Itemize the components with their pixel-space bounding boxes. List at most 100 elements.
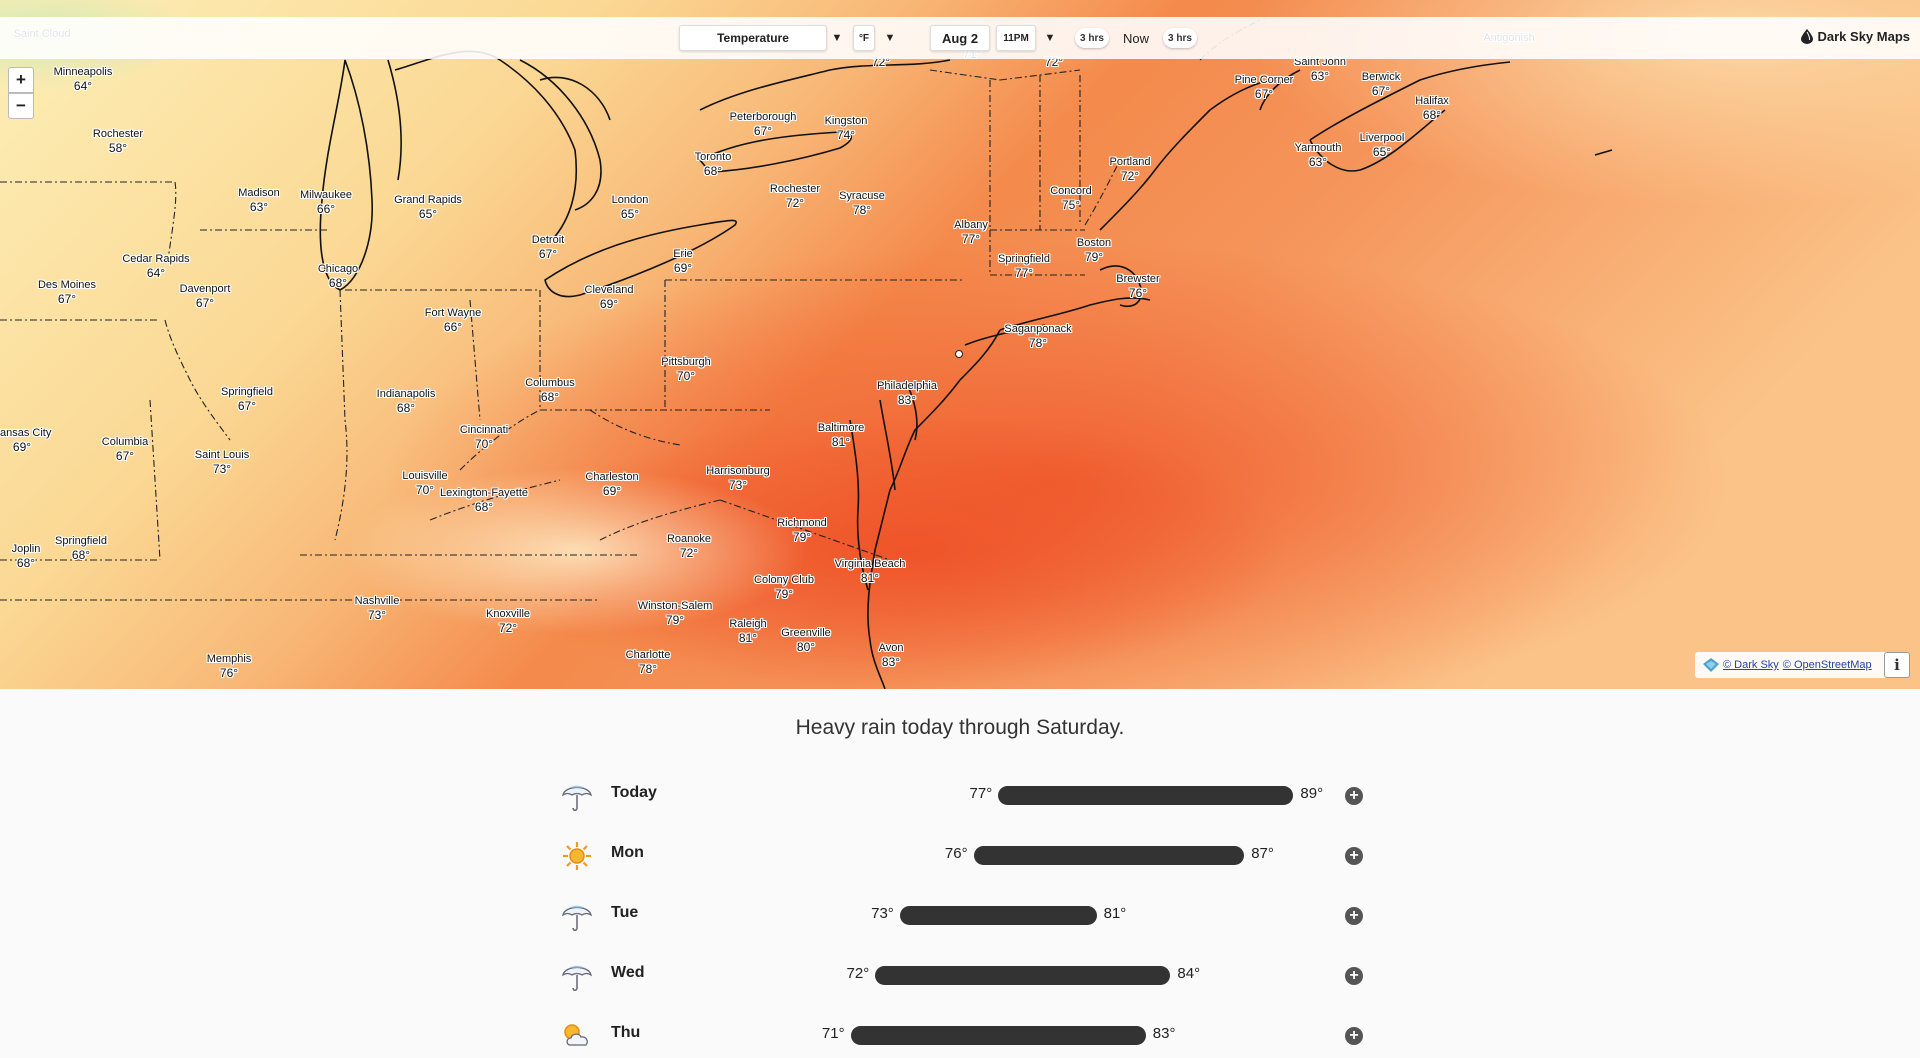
city-name: Pine Corner <box>1234 74 1294 86</box>
city-label: Saint Louis 73° <box>195 448 249 476</box>
city-name: Minneapolis <box>53 66 113 78</box>
zoom-in-button[interactable]: + <box>8 67 34 93</box>
city-label: Portland 72° <box>1110 155 1151 183</box>
city-name: Richmond <box>777 517 827 529</box>
city-temperature: 83° <box>881 655 901 669</box>
city-temperature: 70° <box>474 437 494 451</box>
city-label: Saganponack 78° <box>1004 322 1071 350</box>
city-temperature: 81° <box>738 631 758 645</box>
city-name: Rochester <box>769 183 821 195</box>
city-name: Detroit <box>531 234 565 246</box>
city-temperature: 79° <box>774 587 794 601</box>
expand-day-button[interactable]: + <box>1345 787 1363 805</box>
temperature-map-canvas[interactable] <box>0 0 1920 689</box>
forecast-day-row[interactable]: Today 77° 89° + <box>0 775 1920 815</box>
city-name: Springfield <box>998 253 1050 265</box>
dark-sky-maps-brand[interactable]: Dark Sky Maps <box>1800 29 1910 44</box>
city-label: Pine Corner 67° <box>1235 73 1294 101</box>
city-label: Toronto 68° <box>695 150 732 178</box>
city-label: Halifax 68° <box>1415 94 1449 122</box>
city-label: Columbia 67° <box>102 435 148 463</box>
zoom-out-button[interactable]: − <box>8 93 34 119</box>
city-label: Minneapolis 64° <box>54 65 113 93</box>
time-value: 11PM <box>1003 32 1029 44</box>
unit-select[interactable]: °F <box>853 25 875 51</box>
layer-dropdown-chevron-icon[interactable]: ▼ <box>827 25 847 51</box>
openstreetmap-attribution-link[interactable]: © OpenStreetMap <box>1783 659 1872 671</box>
city-name: Saint Louis <box>194 449 250 461</box>
expand-day-button[interactable]: + <box>1345 847 1363 865</box>
forecast-day-row[interactable]: Thu 71° 83° + <box>0 1015 1920 1055</box>
rain-umbrella-icon <box>560 779 594 813</box>
city-name: Harrisonburg <box>706 465 770 477</box>
city-temperature: 72° <box>1120 169 1140 183</box>
city-name: Syracuse <box>839 190 885 202</box>
city-label: Albany 77° <box>954 218 988 246</box>
unit-dropdown-chevron-icon[interactable]: ▼ <box>880 25 900 51</box>
city-name: Davenport <box>179 283 231 295</box>
expand-day-button[interactable]: + <box>1345 967 1363 985</box>
high-temperature: 87° <box>1251 845 1274 862</box>
city-temperature: 69° <box>673 261 693 275</box>
forecast-day-label: Mon <box>611 844 644 861</box>
now-button[interactable]: Now <box>1116 25 1156 51</box>
time-dropdown-chevron-icon[interactable]: ▼ <box>1040 25 1060 51</box>
low-temperature: 77° <box>969 785 993 802</box>
city-name: Brewster <box>1116 273 1160 285</box>
city-temperature: 67° <box>195 296 215 310</box>
city-label: Saint John 63° <box>1294 55 1346 83</box>
layer-select[interactable]: Temperature <box>679 25 827 51</box>
city-label: Madison 63° <box>238 186 280 214</box>
date-select[interactable]: Aug 2 <box>930 25 990 51</box>
city-name: Fort Wayne <box>424 307 482 319</box>
forecast-day-row[interactable]: Tue 73° 81° + <box>0 895 1920 935</box>
city-temperature: 69° <box>599 297 619 311</box>
city-label: Yarmouth 63° <box>1295 141 1342 169</box>
forecast-day-row[interactable]: Mon 76° 87° + <box>0 835 1920 875</box>
info-button[interactable]: i <box>1884 652 1910 678</box>
city-temperature: 78° <box>638 662 658 676</box>
city-name: Raleigh <box>729 618 767 630</box>
city-temperature: 68° <box>703 164 723 178</box>
temperature-range-bar <box>899 906 1097 925</box>
layer-select-value: Temperature <box>717 31 789 45</box>
darksky-attribution-link[interactable]: © Dark Sky <box>1723 659 1779 671</box>
city-temperature: 72° <box>498 621 518 635</box>
forecast-day-label: Wed <box>611 964 645 981</box>
city-temperature: 70° <box>676 369 696 383</box>
city-label: Charlotte 78° <box>626 648 671 676</box>
city-name: Cedar Rapids <box>122 253 190 265</box>
expand-day-button[interactable]: + <box>1345 1027 1363 1045</box>
city-label: London 65° <box>612 193 649 221</box>
city-temperature: 73° <box>212 462 232 476</box>
city-name: Columbia <box>101 436 149 448</box>
step-back-button[interactable]: 3 hrs <box>1075 28 1109 48</box>
city-name: Louisville <box>402 470 448 482</box>
city-name: Chicago <box>317 263 359 275</box>
city-temperature: 69° <box>602 484 622 498</box>
city-name: Greenville <box>781 627 831 639</box>
forecast-day-row[interactable]: Wed 72° 84° + <box>0 955 1920 995</box>
weather-map[interactable]: Saint CloudMinneapolis64°Rochester58°Mad… <box>0 0 1920 689</box>
city-name: Liverpool <box>1359 132 1405 144</box>
city-label: Springfield 77° <box>998 252 1050 280</box>
time-select[interactable]: 11PM <box>996 25 1036 51</box>
step-back-label: 3 hrs <box>1080 32 1104 44</box>
city-name: Milwaukee <box>300 189 352 201</box>
city-temperature: 68° <box>16 556 36 570</box>
expand-day-button[interactable]: + <box>1345 907 1363 925</box>
city-name: Albany <box>954 219 988 231</box>
step-forward-button[interactable]: 3 hrs <box>1163 28 1197 48</box>
city-name: Lexington-Fayette <box>439 487 529 499</box>
city-temperature: 63° <box>1310 69 1330 83</box>
high-temperature: 84° <box>1177 965 1201 982</box>
city-label: Cedar Rapids 64° <box>122 252 189 280</box>
forecast-day-label: Today <box>611 784 657 801</box>
city-temperature: 77° <box>1014 266 1034 280</box>
city-label: Lexington-Fayette 68° <box>440 486 528 514</box>
city-label: Roanoke 72° <box>667 532 711 560</box>
city-label: Davenport 67° <box>180 282 231 310</box>
now-label: Now <box>1122 30 1149 46</box>
forecast-day-label: Tue <box>611 904 639 921</box>
city-name: London <box>611 194 649 206</box>
